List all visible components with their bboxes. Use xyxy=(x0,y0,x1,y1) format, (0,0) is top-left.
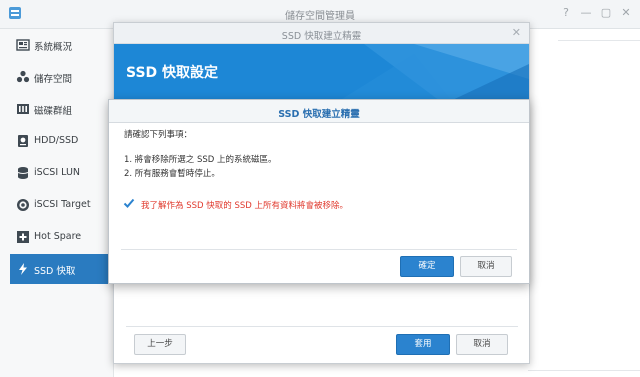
sidebar-item-hdd-ssd[interactable]: HDD/SSD xyxy=(10,126,113,156)
dialog-item: 2. 所有服務會暫時停止。 xyxy=(124,169,220,179)
sidebar-item-iscsi-lun[interactable]: iSCSI LUN xyxy=(10,158,113,188)
sidebar-item-label: iSCSI Target xyxy=(34,199,91,210)
minimize-icon[interactable]: — xyxy=(578,5,594,21)
database-icon xyxy=(17,167,29,179)
wizard-titlebar: SSD 快取建立精靈 ✕ xyxy=(114,23,529,44)
dialog-cancel-button[interactable]: 取消 xyxy=(460,256,512,277)
sidebar-item-iscsi-target[interactable]: iSCSI Target xyxy=(10,190,113,220)
sidebar-item-overview[interactable]: 系統概況 xyxy=(10,30,113,60)
wizard-banner: SSD 快取設定 xyxy=(114,44,529,104)
ok-button[interactable]: 確定 xyxy=(400,256,454,277)
plus-box-icon xyxy=(17,231,29,243)
confirm-checkbox[interactable] xyxy=(123,197,135,209)
help-icon[interactable]: ? xyxy=(558,5,574,21)
confirm-checkbox-label[interactable]: 我了解作為 SSD 快取的 SSD 上所有資料將會被移除。 xyxy=(141,199,348,211)
sidebar-item-label: SSD 快取 xyxy=(34,266,76,277)
sidebar-item-label: 儲存空間 xyxy=(34,74,73,85)
wizard-heading: SSD 快取設定 xyxy=(126,65,219,81)
sidebar-item-label: 系統概況 xyxy=(34,42,73,53)
target-icon xyxy=(17,199,29,211)
window-title: 儲存空間管理員 xyxy=(285,11,355,22)
apply-button[interactable]: 套用 xyxy=(396,334,450,355)
sidebar: 系統概況 儲存空間 磁碟群組 HDD/SSD iSCSI LUN iSCSI T… xyxy=(0,29,114,377)
sidebar-item-hot-spare[interactable]: Hot Spare xyxy=(10,222,113,252)
divider xyxy=(121,249,517,250)
close-icon[interactable]: ✕ xyxy=(618,5,634,21)
hdd-icon xyxy=(18,135,28,147)
divider xyxy=(558,40,640,41)
main-content-area xyxy=(528,29,640,377)
wizard-title: SSD 快取建立精靈 xyxy=(281,31,362,42)
confirm-dialog: SSD 快取建立精靈 請確認下列事項： 1. 將會移除所選之 SSD 上的系統磁… xyxy=(108,99,530,284)
sidebar-item-label: Hot Spare xyxy=(34,231,82,242)
storage-icon xyxy=(16,70,30,83)
dialog-item: 1. 將會移除所選之 SSD 上的系統磁區。 xyxy=(124,155,277,165)
overview-icon xyxy=(16,39,30,51)
disk-group-icon xyxy=(17,104,29,114)
cancel-button[interactable]: 取消 xyxy=(456,334,508,355)
maximize-icon[interactable]: ▢ xyxy=(598,5,614,21)
dialog-title: SSD 快取建立精靈 xyxy=(278,109,360,120)
sidebar-item-ssd-cache[interactable]: SSD 快取 xyxy=(10,254,113,284)
divider xyxy=(126,326,518,327)
sidebar-item-label: iSCSI LUN xyxy=(34,167,81,178)
back-button[interactable]: 上一步 xyxy=(134,334,186,355)
divider xyxy=(528,370,640,371)
sidebar-item-disk-group[interactable]: 磁碟群組 xyxy=(10,94,113,124)
lightning-icon xyxy=(19,263,27,275)
dialog-titlebar: SSD 快取建立精靈 xyxy=(109,100,529,123)
close-icon[interactable]: ✕ xyxy=(512,26,521,39)
dialog-intro: 請確認下列事項： xyxy=(124,130,193,140)
sidebar-item-storage[interactable]: 儲存空間 xyxy=(10,62,113,92)
sidebar-item-label: 磁碟群組 xyxy=(34,106,73,117)
sidebar-item-label: HDD/SSD xyxy=(34,135,79,146)
